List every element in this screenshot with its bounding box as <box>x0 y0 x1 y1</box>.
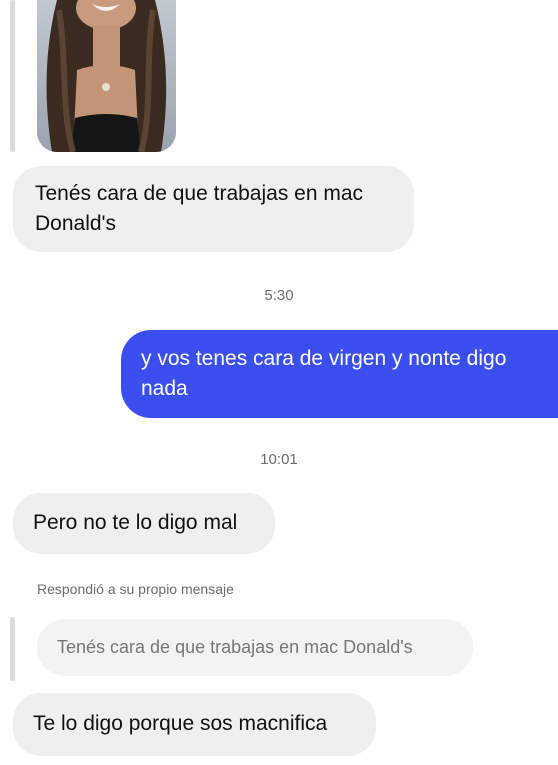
reply-indicator-bar <box>10 617 15 681</box>
quoted-message[interactable]: Tenés cara de que trabajas en mac Donald… <box>37 619 473 676</box>
timestamp: 10:01 <box>260 451 298 468</box>
message-text: Te lo digo porque sos macnifica <box>33 712 328 735</box>
photo-thumbnail <box>37 0 176 152</box>
message-text: y vos tenes cara de virgen y nonte digo … <box>141 347 507 400</box>
quoted-text: Tenés cara de que trabajas en mac Donald… <box>57 637 413 657</box>
message-text: Tenés cara de que trabajas en mac Donald… <box>35 182 364 235</box>
reply-note: Respondió a su propio mensaje <box>37 581 234 597</box>
received-message[interactable]: Te lo digo porque sos macnifica <box>13 693 376 756</box>
timestamp: 5:30 <box>264 287 294 304</box>
reply-indicator-bar <box>10 0 15 152</box>
message-text: Pero no te lo digo mal <box>33 511 238 534</box>
received-message[interactable]: Pero no te lo digo mal <box>13 493 275 554</box>
sent-message[interactable]: y vos tenes cara de virgen y nonte digo … <box>121 330 558 418</box>
shared-photo[interactable] <box>37 0 176 152</box>
received-message[interactable]: Tenés cara de que trabajas en mac Donald… <box>13 166 414 252</box>
